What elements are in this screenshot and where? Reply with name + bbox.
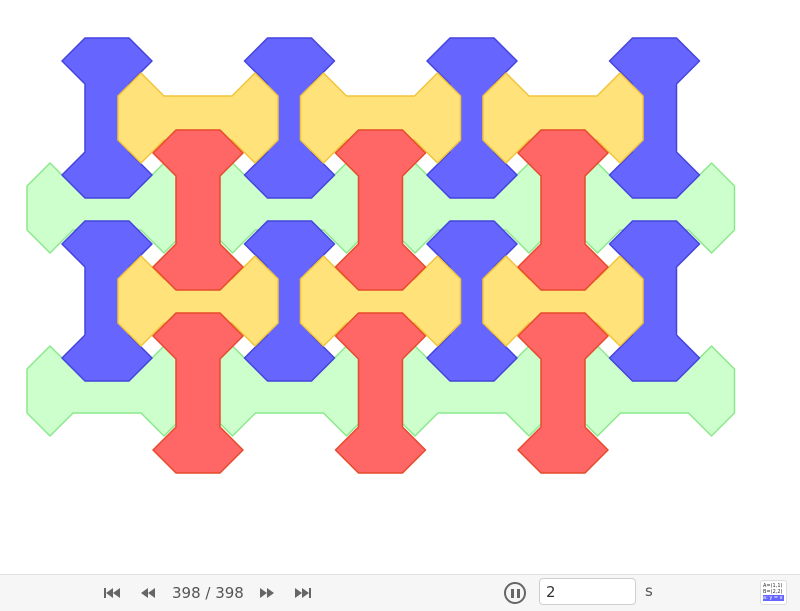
algebra-view-button[interactable]: A=(1,1) B=(2,2) a: y = x: [760, 580, 787, 605]
skip-to-end-icon: [295, 588, 311, 598]
skip-to-start-button[interactable]: [101, 584, 123, 602]
step-forward-icon: [260, 588, 274, 598]
skip-to-end-button[interactable]: [292, 584, 314, 602]
pause-icon: [509, 588, 521, 598]
step-back-icon: [141, 588, 155, 598]
play-pause-button[interactable]: [504, 582, 526, 604]
animation-toolbar: 398 / 398: [0, 574, 800, 611]
step-forward-button[interactable]: [256, 584, 278, 602]
algebra-icon-line-3: a: y = x: [763, 595, 784, 601]
step-back-button[interactable]: [137, 584, 159, 602]
speed-input[interactable]: [539, 578, 636, 605]
step-counter: 398 / 398: [172, 584, 244, 602]
speed-unit-label: s: [645, 582, 653, 600]
skip-to-start-icon: [104, 588, 120, 598]
graphics-view[interactable]: [0, 0, 800, 574]
tiling-drawing: [26, 37, 736, 474]
